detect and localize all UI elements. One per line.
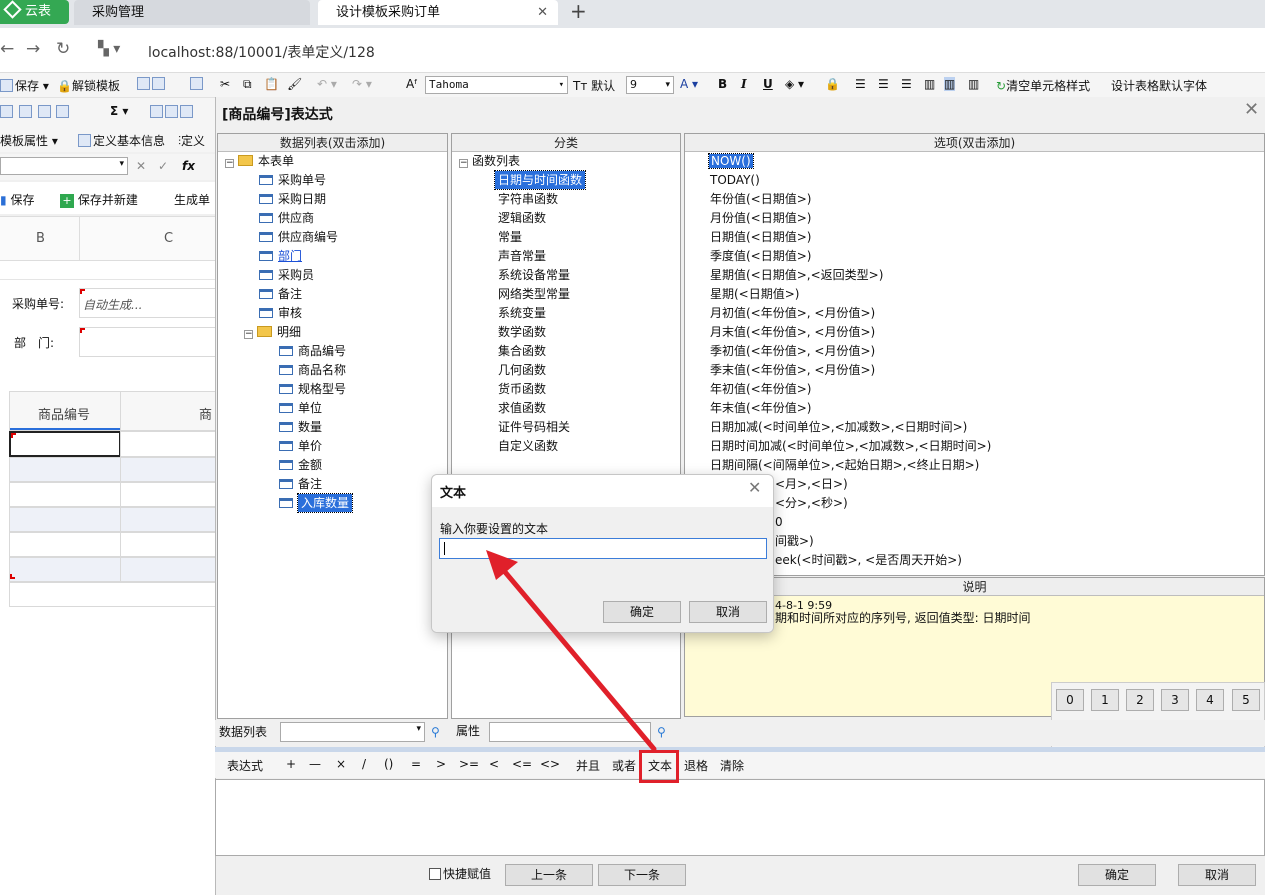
annotation-arrow bbox=[486, 550, 657, 752]
